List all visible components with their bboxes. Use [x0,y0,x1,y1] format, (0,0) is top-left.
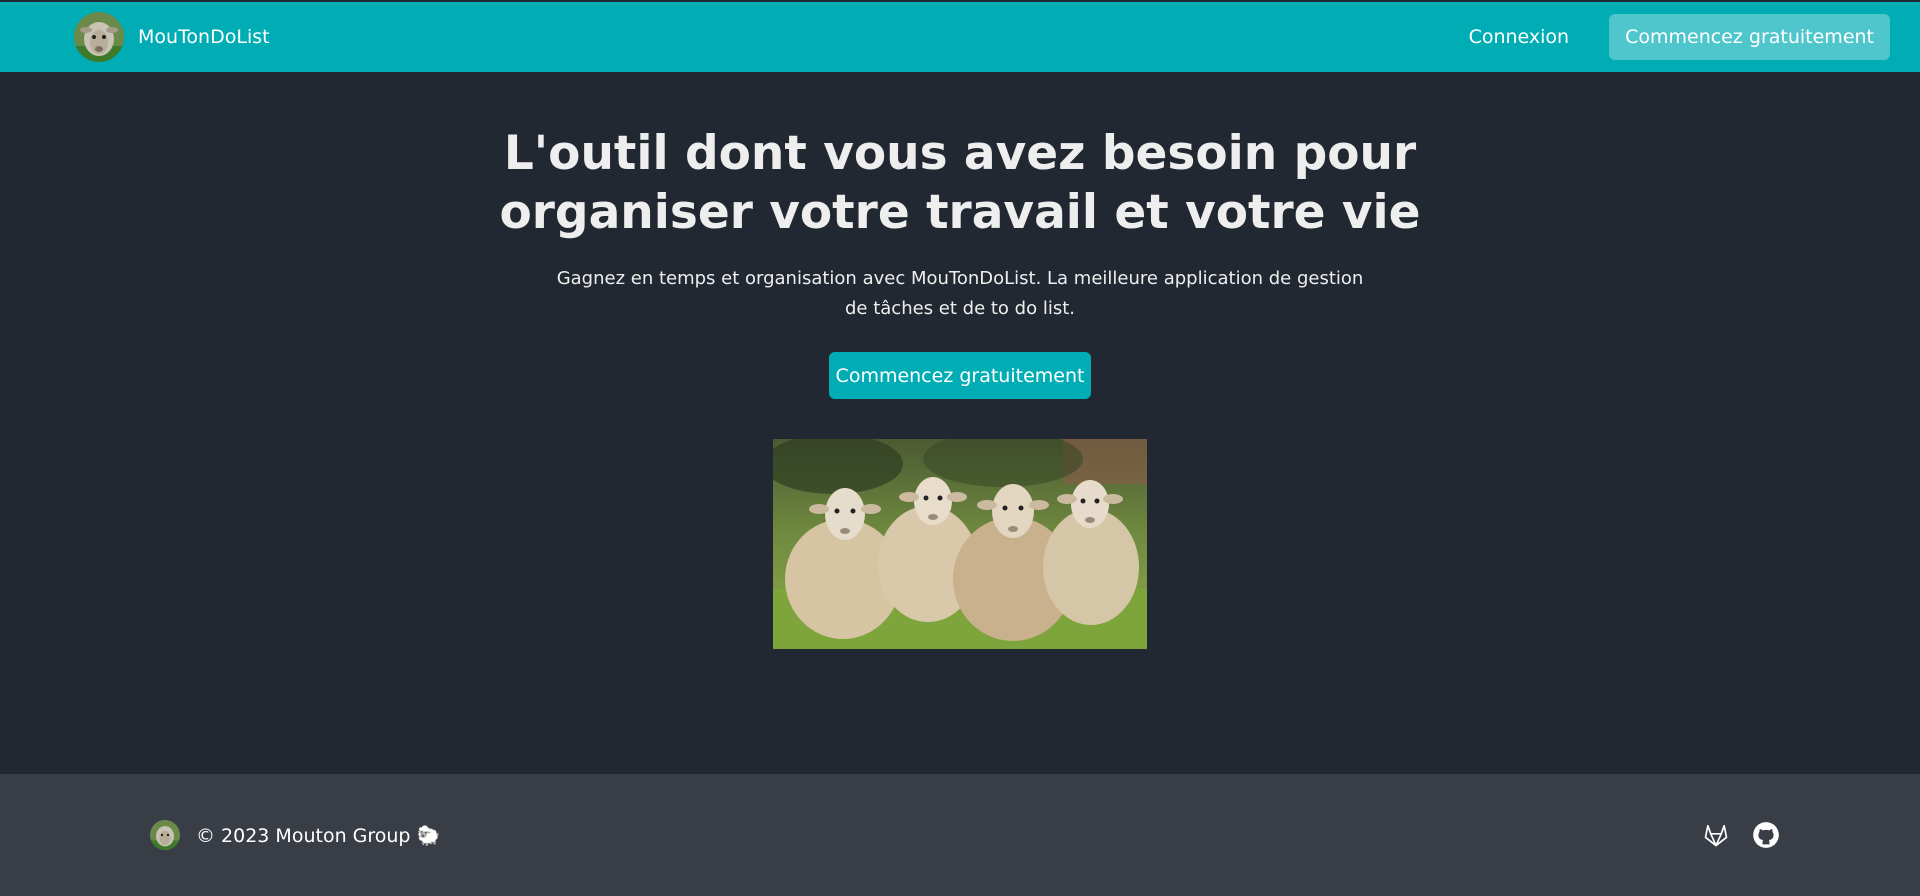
sheep-image [773,439,1147,649]
github-icon[interactable] [1752,821,1780,849]
logo-avatar [74,12,124,62]
navbar: MouTonDoList Connexion Commencez gratuit… [0,0,1920,72]
footer-brand: © 2023 Mouton Group 🐑 [150,820,440,850]
social-links [1702,821,1780,849]
gitlab-icon[interactable] [1702,821,1730,849]
brand-name: MouTonDoList [138,26,270,48]
brand-link[interactable]: MouTonDoList [74,12,270,62]
login-link[interactable]: Connexion [1469,26,1570,48]
hero-section: L'outil dont vous avez besoin pour organ… [0,72,1920,774]
nav-actions: Connexion Commencez gratuitement [1469,14,1890,60]
hero-subtitle: Gagnez en temps et organisation avec Mou… [556,268,1364,319]
hero-title: L'outil dont vous avez besoin pour organ… [499,126,1421,240]
footer-logo-avatar [150,820,180,850]
signup-button[interactable]: Commencez gratuitement [1609,14,1890,60]
hero-cta-button[interactable]: Commencez gratuitement [829,352,1091,399]
copyright-text: © 2023 Mouton Group 🐑 [196,824,441,847]
footer: © 2023 Mouton Group 🐑 [0,774,1920,896]
